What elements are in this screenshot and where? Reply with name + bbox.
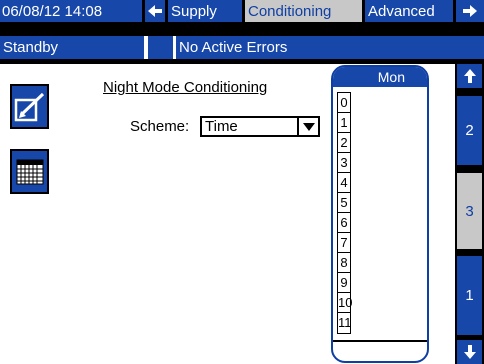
hour-label: 10 bbox=[338, 293, 352, 313]
tab-advanced-label: Advanced bbox=[368, 2, 435, 20]
scheme-label: Scheme: bbox=[130, 118, 190, 135]
page-tab-1-label: 1 bbox=[465, 287, 474, 304]
page-tab-3-label: 3 bbox=[465, 202, 474, 220]
edit-button[interactable] bbox=[10, 84, 49, 129]
hour-column: 0 1 2 3 4 5 6 7 8 9 10 11 bbox=[337, 92, 352, 334]
day-header: Mon bbox=[333, 67, 427, 87]
hour-label: 4 bbox=[338, 173, 350, 193]
page-tab-3[interactable]: 3 bbox=[457, 173, 482, 249]
day-label: Mon bbox=[377, 69, 405, 85]
hour-label: 8 bbox=[338, 253, 350, 273]
section-title: Night Mode Conditioning bbox=[103, 79, 268, 96]
hour-label: 1 bbox=[338, 113, 350, 133]
hour-label: 5 bbox=[338, 193, 350, 213]
arrow-left-icon bbox=[148, 5, 162, 17]
next-screen-button[interactable] bbox=[456, 0, 484, 22]
edit-icon bbox=[14, 92, 44, 121]
status-mode-text: Standby bbox=[3, 39, 59, 56]
tab-supply[interactable]: Supply bbox=[168, 0, 242, 22]
tab-conditioning-label: Conditioning bbox=[248, 2, 332, 20]
arrow-right-icon bbox=[463, 5, 477, 17]
arrow-down-icon bbox=[463, 345, 476, 359]
prev-screen-button[interactable] bbox=[145, 0, 165, 22]
page-tab-2-label: 2 bbox=[465, 122, 474, 139]
hour-label: 2 bbox=[338, 133, 350, 153]
hour-label: 6 bbox=[338, 213, 350, 233]
datetime-text: 06/08/12 14:08 bbox=[2, 2, 103, 20]
datetime-display: 06/08/12 14:08 bbox=[0, 0, 142, 22]
tab-conditioning[interactable]: Conditioning bbox=[245, 0, 362, 22]
hour-label: 11 bbox=[338, 315, 352, 330]
scheme-select-value: Time bbox=[205, 118, 238, 135]
hour-label: 0 bbox=[338, 93, 350, 113]
tab-supply-label: Supply bbox=[171, 2, 217, 20]
page-down-button[interactable] bbox=[457, 340, 482, 364]
chevron-down-icon bbox=[302, 122, 315, 131]
status-errors-text: No Active Errors bbox=[179, 39, 288, 56]
calendar-grid-icon bbox=[16, 159, 43, 184]
hour-label: 9 bbox=[338, 273, 350, 293]
status-errors: No Active Errors bbox=[176, 36, 484, 59]
page-up-button[interactable] bbox=[457, 64, 482, 88]
status-divider bbox=[0, 59, 484, 64]
day-schedule[interactable]: Mon 0 1 2 3 4 5 6 7 8 9 10 11 bbox=[331, 65, 429, 363]
dropdown-arrow[interactable] bbox=[297, 118, 318, 135]
hour-label: 3 bbox=[338, 153, 350, 173]
scheme-select[interactable]: Time bbox=[200, 116, 320, 137]
status-mode: Standby bbox=[0, 36, 144, 59]
schedule-footer-line bbox=[333, 340, 427, 342]
hour-label: 7 bbox=[338, 233, 350, 253]
tab-advanced[interactable]: Advanced bbox=[365, 0, 453, 22]
status-indicator bbox=[148, 36, 173, 59]
calendar-button[interactable] bbox=[10, 149, 49, 194]
page-tab-2[interactable]: 2 bbox=[457, 96, 482, 165]
arrow-up-icon bbox=[463, 69, 476, 83]
page-tab-1[interactable]: 1 bbox=[457, 256, 482, 335]
